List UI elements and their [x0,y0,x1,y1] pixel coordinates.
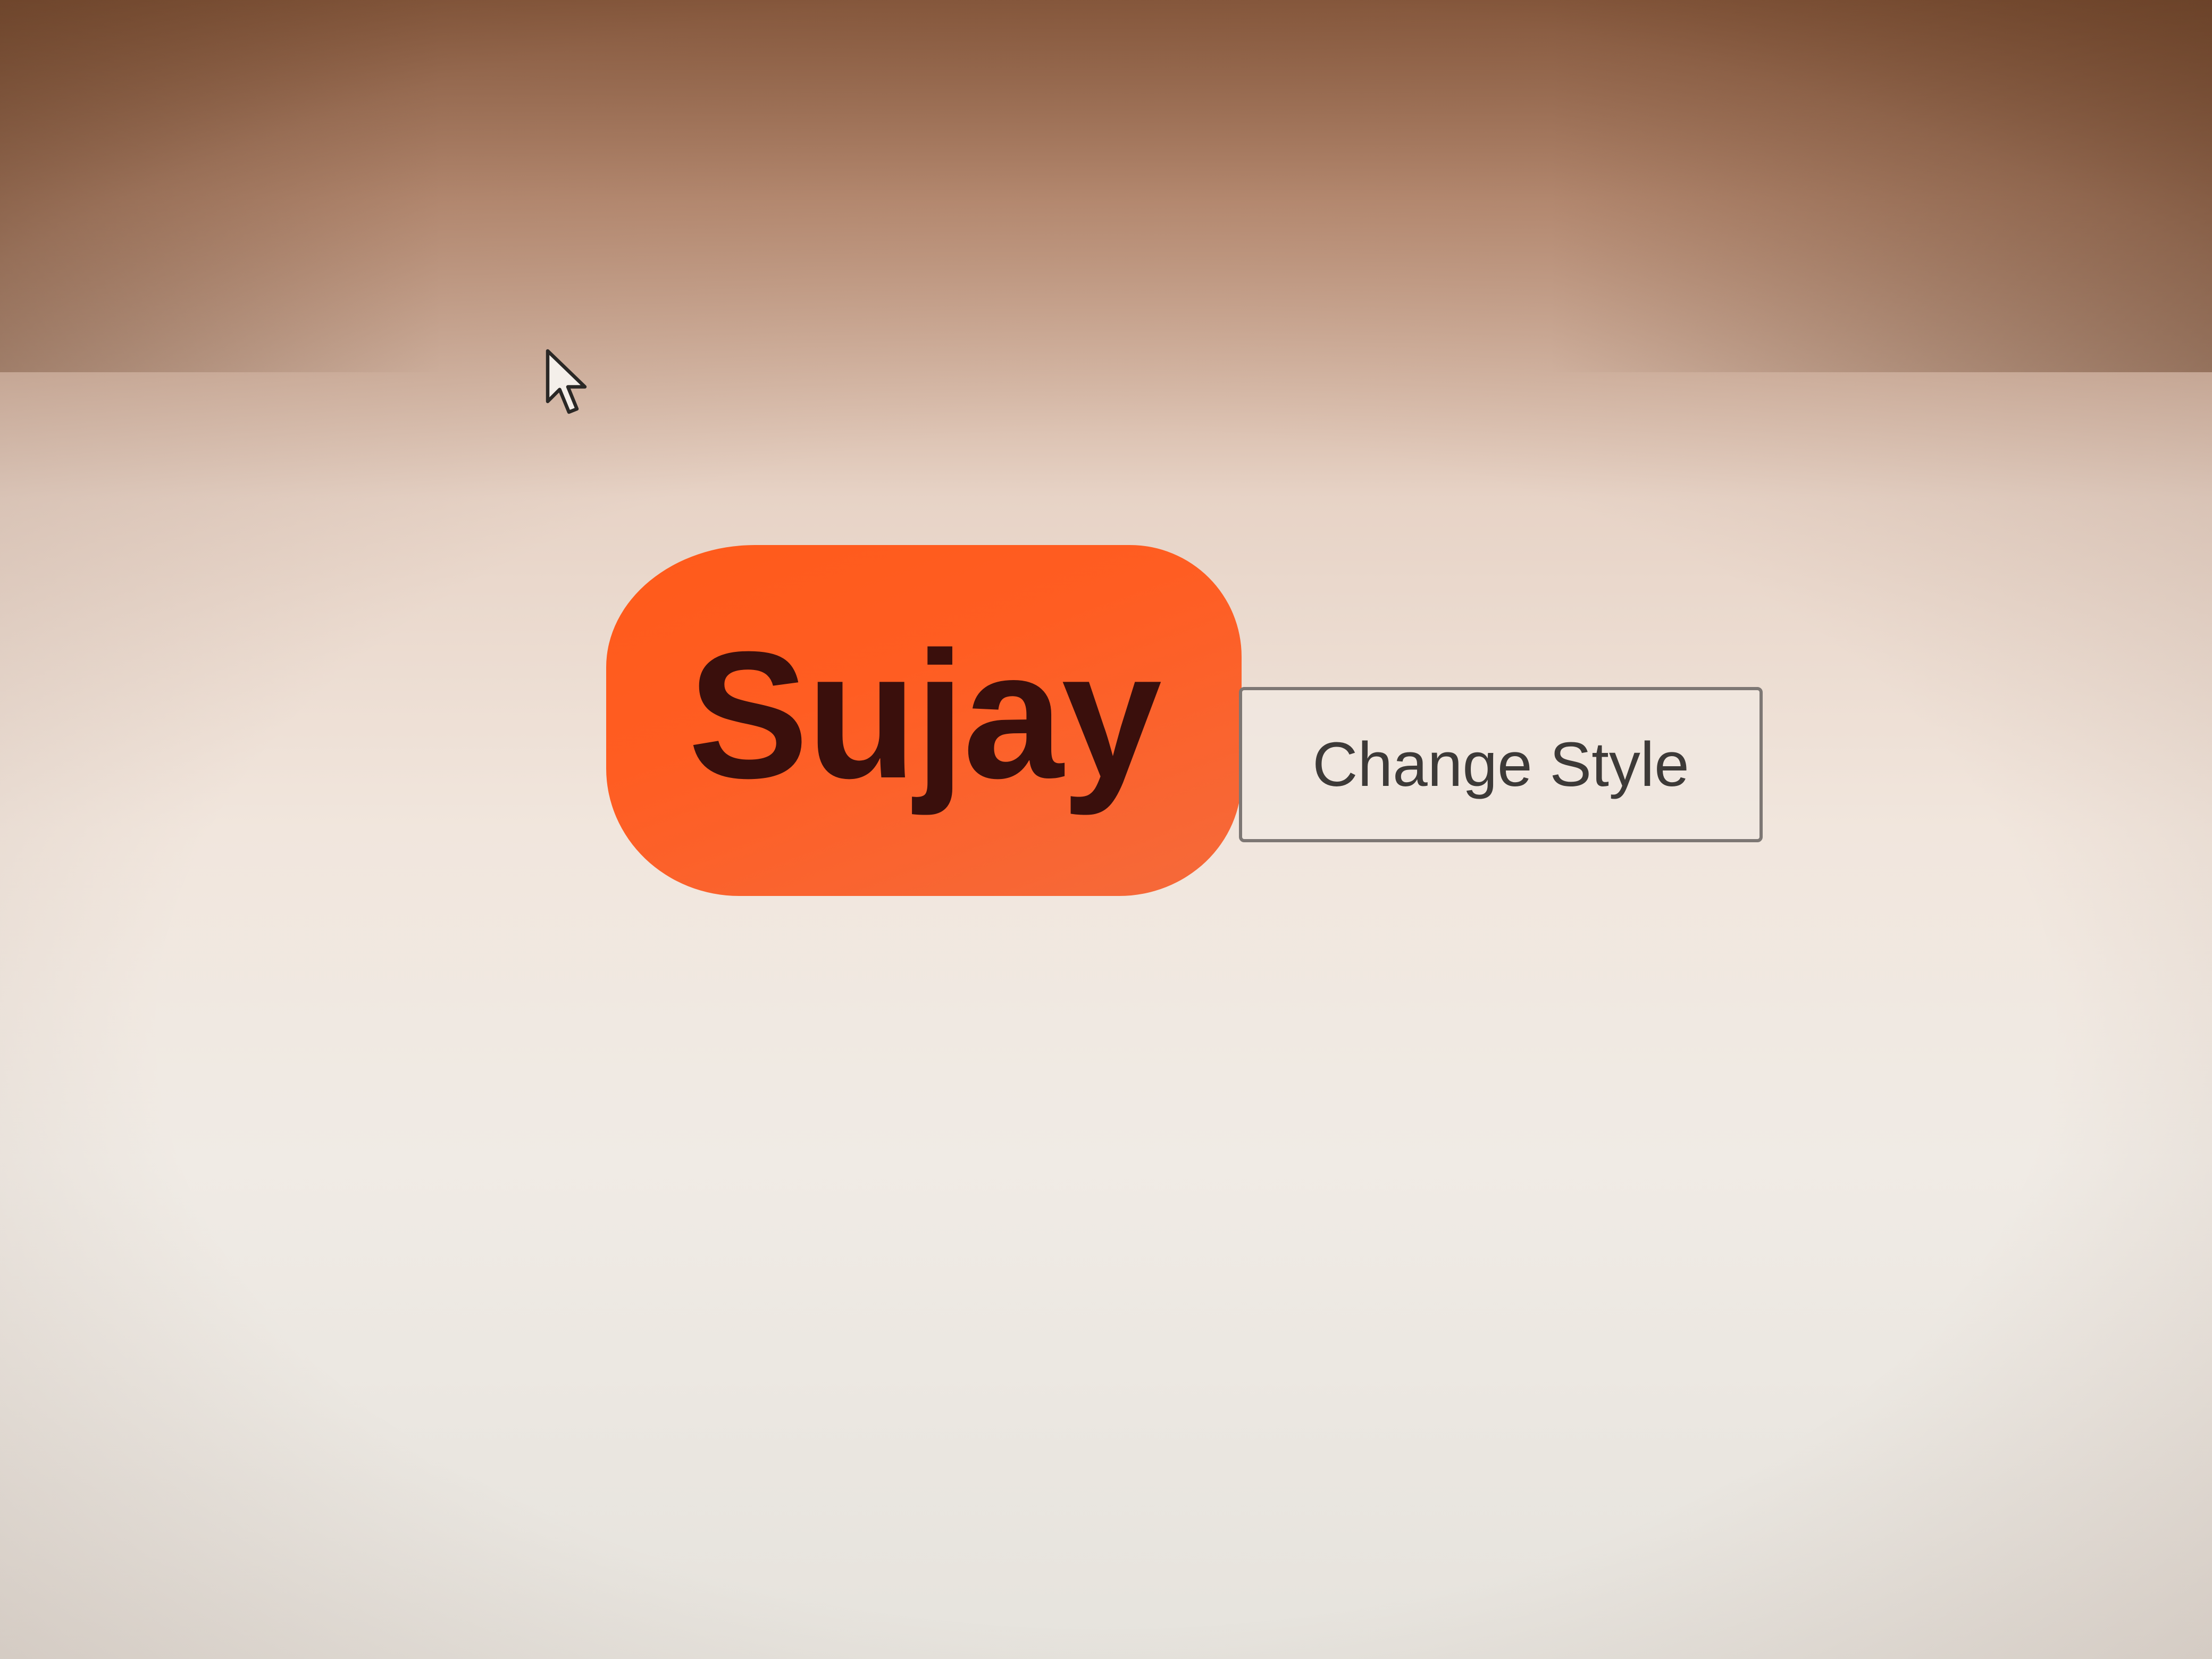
mouse-pointer-icon [546,349,587,414]
screen-glare [0,0,2212,372]
name-text: Sujay [688,614,1162,816]
name-badge: Sujay [606,545,1242,896]
change-style-button[interactable]: Change Style [1239,687,1763,842]
